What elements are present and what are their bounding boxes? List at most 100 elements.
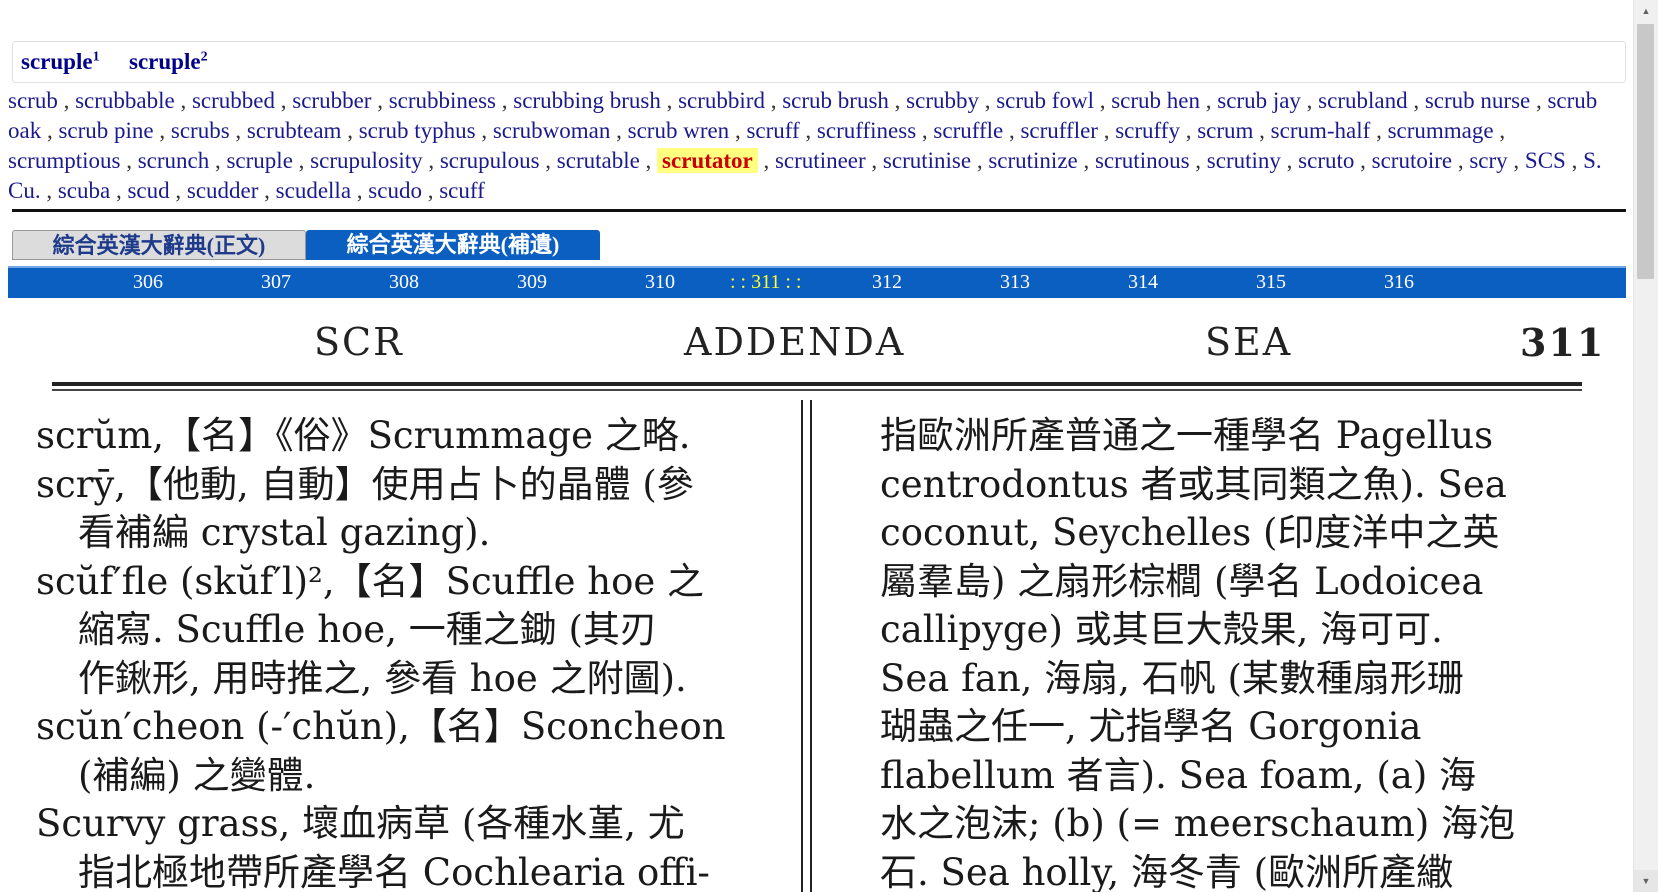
word-separator: , <box>40 178 58 203</box>
word-separator: , <box>229 118 247 143</box>
word-link[interactable]: scruffy <box>1115 118 1180 143</box>
word-link[interactable]: scrutineer <box>775 148 866 173</box>
word-link[interactable]: scrutinous <box>1095 148 1190 173</box>
page-link-310[interactable]: 310 <box>645 271 675 294</box>
word-link-current[interactable]: scrutator <box>657 148 758 173</box>
word-separator: , <box>169 178 187 203</box>
word-link[interactable]: scuff <box>439 178 485 203</box>
word-link[interactable]: scrutiny <box>1207 148 1281 173</box>
word-link[interactable]: scrubber <box>292 88 371 113</box>
page-number: 311 <box>1520 320 1606 365</box>
word-link[interactable]: scrub pine <box>58 118 153 143</box>
page-link-312[interactable]: 312 <box>872 271 902 294</box>
entry-line: callipyge) 或其巨大殼果, 海可可. <box>880 608 1443 651</box>
word-link[interactable]: scrub <box>8 88 58 113</box>
word-link[interactable]: scrub typhus <box>359 118 476 143</box>
word-link[interactable]: scrubbiness <box>389 88 496 113</box>
word-link[interactable]: scrub jay <box>1217 88 1301 113</box>
current-page-indicator: : : 311 : : <box>730 271 802 293</box>
word-separator: , <box>174 88 192 113</box>
tab-main-text[interactable]: 綜合英漢大辭典(正文) <box>12 230 306 260</box>
word-link[interactable]: scrubteam <box>247 118 342 143</box>
word-separator: , <box>153 118 171 143</box>
word-link[interactable]: scrupulosity <box>310 148 422 173</box>
word-link[interactable]: scrupulous <box>440 148 540 173</box>
word-link[interactable]: scrubwoman <box>493 118 611 143</box>
word-link[interactable]: scrutable <box>557 148 640 173</box>
word-separator: , <box>1407 88 1425 113</box>
word-link[interactable]: scrutoire <box>1372 148 1452 173</box>
word-link[interactable]: scrubby <box>906 88 979 113</box>
scanned-dictionary-page: SCR ADDENDA SEA 311 scrŭm,【名】《俗》Scrummag… <box>0 300 1632 892</box>
page-link-307[interactable]: 307 <box>261 271 291 294</box>
headword-1[interactable]: scruple1 <box>21 49 100 75</box>
word-link[interactable]: scuba <box>58 178 110 203</box>
word-link[interactable]: scruffler <box>1020 118 1097 143</box>
word-link[interactable]: scrunch <box>138 148 210 173</box>
entry-line: (補編) 之變體. <box>78 753 316 797</box>
word-link[interactable]: SCS <box>1525 148 1566 173</box>
running-head-left: SCR <box>314 320 404 364</box>
word-link[interactable]: scrumptious <box>8 148 120 173</box>
word-separator: , <box>865 148 883 173</box>
page-link-309[interactable]: 309 <box>517 271 547 294</box>
word-link[interactable]: scrub brush <box>782 88 889 113</box>
word-link[interactable]: scrubbable <box>75 88 175 113</box>
scroll-down-arrow-icon[interactable]: ▼ <box>1634 870 1658 892</box>
word-link[interactable]: scrum <box>1197 118 1253 143</box>
entry-line: scrŭm,【名】《俗》Scrummage 之略. <box>36 414 691 457</box>
word-separator: , <box>799 118 817 143</box>
scroll-up-arrow-icon[interactable]: ▲ <box>1634 0 1658 22</box>
entry-line: 看補編 crystal gazing). <box>78 511 491 554</box>
word-link[interactable]: scrum-half <box>1271 118 1371 143</box>
tab-addenda[interactable]: 綜合英漢大辭典(補遺) <box>306 230 600 260</box>
word-link[interactable]: scruffle <box>933 118 1003 143</box>
word-link[interactable]: scruffiness <box>817 118 916 143</box>
word-link[interactable]: scrubland <box>1318 88 1407 113</box>
word-separator: , <box>475 118 493 143</box>
word-link[interactable]: scud <box>127 178 169 203</box>
word-link[interactable]: scrubbed <box>192 88 275 113</box>
page-link-313[interactable]: 313 <box>1000 271 1030 294</box>
page-link-306[interactable]: 306 <box>133 271 163 294</box>
word-link[interactable]: scrub hen <box>1111 88 1200 113</box>
word-link[interactable]: scrub fowl <box>996 88 1094 113</box>
word-link[interactable]: scrubs <box>171 118 230 143</box>
word-link[interactable]: scrub wren <box>628 118 730 143</box>
word-separator: , <box>120 148 138 173</box>
page-link-308[interactable]: 308 <box>389 271 419 294</box>
page-link-316[interactable]: 316 <box>1384 271 1414 294</box>
word-separator: , <box>57 88 76 113</box>
word-separator: , <box>275 88 293 113</box>
entry-line: flabellum 者言). Sea foam, (a) 海 <box>880 753 1477 797</box>
running-head-right: SEA <box>1205 320 1293 364</box>
word-link[interactable]: scudder <box>187 178 259 203</box>
word-link[interactable]: scrutinize <box>988 148 1077 173</box>
vertical-scrollbar[interactable]: ▲ ▼ <box>1633 0 1658 892</box>
right-column: 指歐洲所產普通之一種學名 Pagellus centrodontus 者或其同類… <box>880 412 1580 892</box>
word-link[interactable]: scruple <box>226 148 292 173</box>
word-separator: , <box>351 178 369 203</box>
word-link[interactable]: scudo <box>368 178 422 203</box>
word-separator: , <box>1097 118 1116 143</box>
word-separator: , <box>1493 118 1506 143</box>
word-link[interactable]: scrummage <box>1388 118 1494 143</box>
word-link[interactable]: scrutinise <box>883 148 971 173</box>
headword-2[interactable]: scruple2 <box>129 49 208 75</box>
page-link-315[interactable]: 315 <box>1256 271 1286 294</box>
word-link[interactable]: scudella <box>276 178 351 203</box>
word-link[interactable]: scruff <box>746 118 799 143</box>
word-separator: , <box>888 88 907 113</box>
word-link[interactable]: scrubbing brush <box>513 88 661 113</box>
word-link[interactable]: scrub nurse <box>1425 88 1530 113</box>
page-link-314[interactable]: 314 <box>1128 271 1158 294</box>
running-head-center: ADDENDA <box>684 320 906 364</box>
entry-line: 瑚蟲之任一, 尤指學名 Gorgonia <box>880 705 1422 748</box>
word-separator: , <box>729 118 747 143</box>
word-separator: , <box>1565 148 1584 173</box>
scrollbar-thumb[interactable] <box>1637 24 1654 279</box>
word-separator: , <box>1093 88 1112 113</box>
word-link[interactable]: scry <box>1469 148 1507 173</box>
word-link[interactable]: scruto <box>1298 148 1354 173</box>
word-link[interactable]: scrubbird <box>678 88 765 113</box>
